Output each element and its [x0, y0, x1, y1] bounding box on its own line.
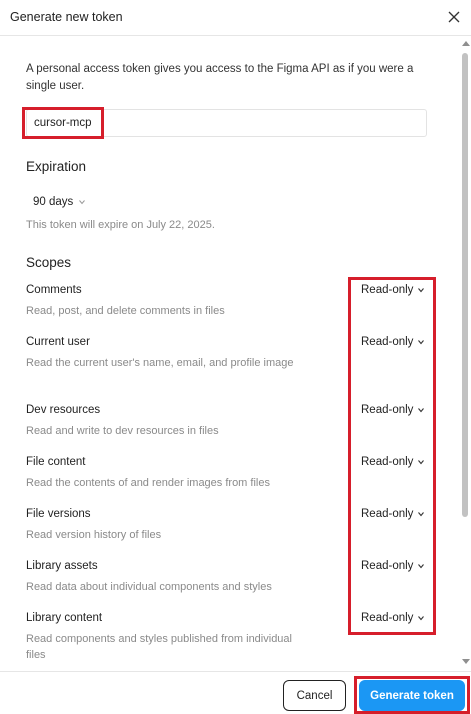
scope-name: Dev resources — [26, 404, 101, 416]
chevron-down-icon — [79, 200, 86, 205]
scope-description: Read the contents of and render images f… — [26, 477, 270, 489]
close-icon — [448, 11, 460, 23]
dialog-title: Generate new token — [10, 10, 123, 24]
close-button[interactable] — [443, 6, 465, 28]
scope-name: File versions — [26, 508, 91, 520]
scope-description: Read, post, and delete comments in files — [26, 305, 225, 317]
scope-description: Read the current user's name, email, and… — [26, 357, 294, 369]
highlight-token-name — [22, 107, 104, 139]
intro-text: A personal access token gives you access… — [26, 63, 414, 92]
expiration-value: 90 days — [33, 196, 74, 208]
scope-name: File content — [26, 456, 86, 468]
scope-description: Read data about individual components an… — [26, 581, 272, 593]
scopes-heading: Scopes — [26, 255, 72, 270]
expiration-heading: Expiration — [26, 159, 87, 174]
highlight-permissions — [348, 277, 436, 635]
scroll-up-arrow-icon[interactable] — [462, 41, 470, 46]
scroll-down-arrow-icon[interactable] — [462, 659, 470, 664]
generate-token-dialog: Generate new token A personal access tok… — [0, 0, 471, 714]
scope-name: Library assets — [26, 560, 98, 572]
scope-name: Current user — [26, 336, 90, 348]
dialog-body: A personal access token gives you access… — [0, 37, 459, 671]
expiration-select[interactable]: 90 days — [33, 194, 86, 210]
scroll-thumb[interactable] — [462, 53, 468, 517]
cancel-button[interactable]: Cancel — [283, 680, 346, 711]
scope-description: Read and write to dev resources in files — [26, 425, 219, 437]
scope-name: Library content — [26, 612, 103, 624]
scope-description: Read version history of files — [26, 529, 162, 541]
dialog-header: Generate new token — [0, 0, 471, 36]
expiration-note: This token will expire on July 22, 2025. — [26, 219, 215, 231]
scrollbar[interactable] — [459, 37, 471, 671]
scope-name: Comments — [26, 284, 82, 296]
highlight-generate-button — [354, 676, 470, 714]
scope-description: Read components and styles published fro… — [26, 633, 292, 661]
